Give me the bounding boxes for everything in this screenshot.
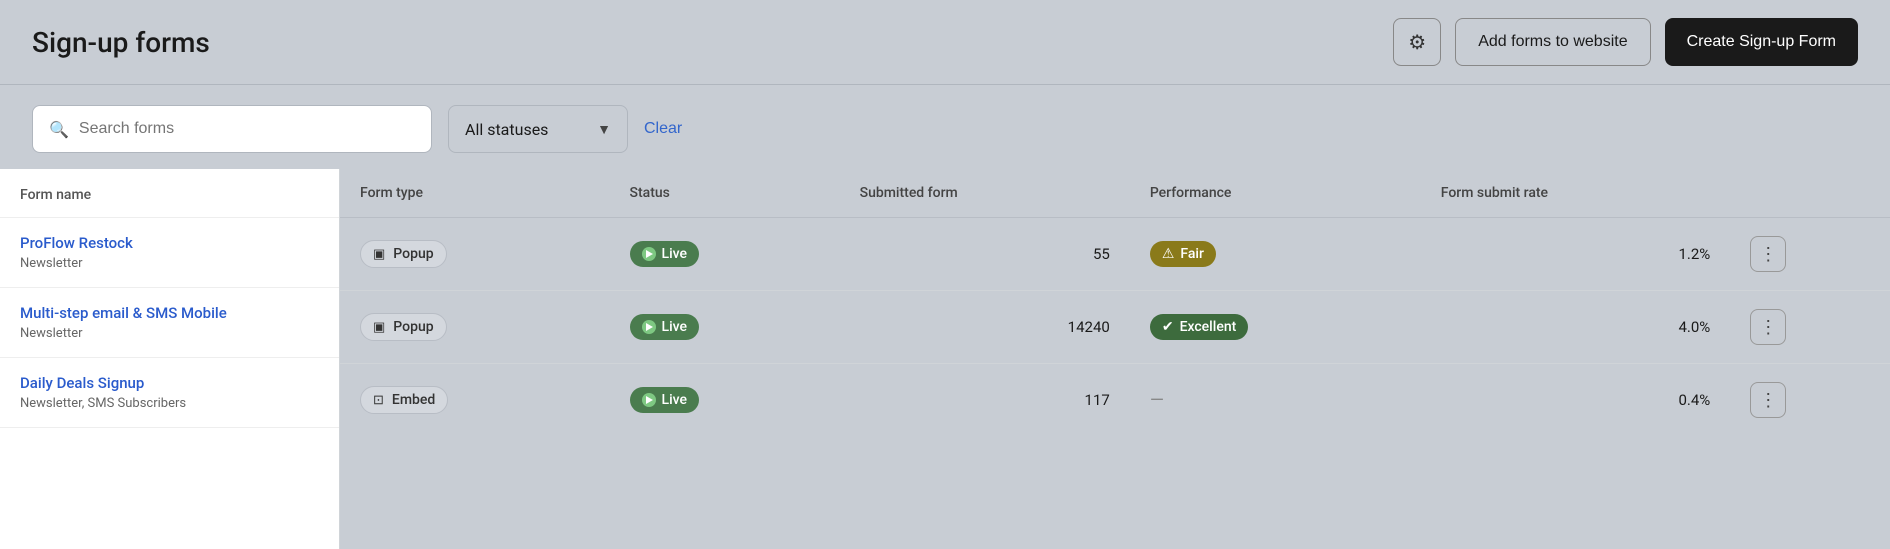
form-type-badge: ▣ Popup [360, 313, 447, 341]
more-options-button[interactable]: ⋮ [1750, 236, 1786, 272]
performance-badge: ⚠Fair [1150, 241, 1216, 267]
create-signup-form-button[interactable]: Create Sign-up Form [1665, 18, 1858, 66]
cell-submitted-form: 55 [840, 218, 1130, 291]
more-options-button[interactable]: ⋮ [1750, 309, 1786, 345]
list-item[interactable]: Multi-step email & SMS Mobile Newsletter [0, 288, 339, 358]
forms-table: Form type Status Submitted form Performa… [340, 169, 1890, 436]
search-box: 🔍 [32, 105, 432, 153]
type-icon: ▣ [373, 320, 385, 335]
col-form-type: Form type [340, 169, 610, 218]
form-name-column-header: Form name [0, 169, 339, 218]
col-status: Status [610, 169, 840, 218]
play-icon [646, 396, 653, 404]
cell-submitted-form: 117 [840, 364, 1130, 437]
live-dot-icon [642, 320, 656, 334]
page-header: Sign-up forms ⚙ Add forms to website Cre… [0, 0, 1890, 85]
left-panel: Form name ProFlow Restock Newsletter Mul… [0, 169, 340, 549]
cell-actions: ⋮ [1730, 218, 1890, 291]
gear-button[interactable]: ⚙ [1393, 18, 1441, 66]
form-item-name: Multi-step email & SMS Mobile [20, 304, 319, 322]
status-select-value: All statuses [465, 120, 548, 139]
header-actions: ⚙ Add forms to website Create Sign-up Fo… [1393, 18, 1858, 66]
search-input[interactable] [79, 120, 415, 138]
clear-button[interactable]: Clear [644, 120, 682, 138]
form-type-badge: ▣ Popup [360, 240, 447, 268]
cell-submitted-form: 14240 [840, 291, 1130, 364]
search-icon: 🔍 [49, 120, 69, 139]
play-icon [646, 250, 653, 258]
cell-submit-rate: 1.2% [1421, 218, 1731, 291]
cell-status: Live [610, 218, 840, 291]
performance-badge: ✔Excellent [1150, 314, 1248, 340]
status-badge: Live [630, 387, 699, 413]
list-item[interactable]: ProFlow Restock Newsletter [0, 218, 339, 288]
cell-performance: — [1130, 364, 1421, 437]
col-submitted-form: Submitted form [840, 169, 1130, 218]
cell-form-type: ▣ Popup [340, 218, 610, 291]
list-item[interactable]: Daily Deals Signup Newsletter, SMS Subsc… [0, 358, 339, 428]
play-icon [646, 323, 653, 331]
main-content: Form name ProFlow Restock Newsletter Mul… [0, 169, 1890, 549]
cell-status: Live [610, 291, 840, 364]
col-actions [1730, 169, 1890, 218]
form-item-name: ProFlow Restock [20, 234, 319, 252]
form-type-badge: ⊡ Embed [360, 386, 448, 414]
more-options-button[interactable]: ⋮ [1750, 382, 1786, 418]
form-item-name: Daily Deals Signup [20, 374, 319, 392]
type-icon: ▣ [373, 247, 385, 262]
cell-actions: ⋮ [1730, 291, 1890, 364]
check-icon: ✔ [1162, 319, 1174, 335]
add-forms-button[interactable]: Add forms to website [1455, 18, 1650, 66]
type-icon: ⊡ [373, 393, 384, 408]
gear-icon: ⚙ [1408, 30, 1426, 55]
chevron-down-icon: ▼ [597, 121, 611, 138]
col-submit-rate: Form submit rate [1421, 169, 1731, 218]
form-list: ProFlow Restock Newsletter Multi-step em… [0, 218, 339, 428]
page-title: Sign-up forms [32, 26, 210, 59]
performance-dash: — [1150, 390, 1164, 411]
cell-performance: ⚠Fair [1130, 218, 1421, 291]
cell-form-type: ▣ Popup [340, 291, 610, 364]
cell-form-type: ⊡ Embed [340, 364, 610, 437]
status-select[interactable]: All statuses ▼ [448, 105, 628, 153]
live-dot-icon [642, 247, 656, 261]
cell-actions: ⋮ [1730, 364, 1890, 437]
col-performance: Performance [1130, 169, 1421, 218]
live-dot-icon [642, 393, 656, 407]
cell-submit-rate: 0.4% [1421, 364, 1731, 437]
status-badge: Live [630, 241, 699, 267]
cell-status: Live [610, 364, 840, 437]
status-badge: Live [630, 314, 699, 340]
cell-performance: ✔Excellent [1130, 291, 1421, 364]
form-item-sub: Newsletter [20, 326, 319, 341]
form-item-sub: Newsletter, SMS Subscribers [20, 396, 319, 411]
cell-submit-rate: 4.0% [1421, 291, 1731, 364]
table-row: ⊡ Embed Live 117 — 0.4% ⋮ [340, 364, 1890, 437]
form-item-sub: Newsletter [20, 256, 319, 271]
table-row: ▣ Popup Live 14240 ✔Excellent 4.0% ⋮ [340, 291, 1890, 364]
table-row: ▣ Popup Live 55 ⚠Fair 1.2% ⋮ [340, 218, 1890, 291]
toolbar: 🔍 All statuses ▼ Clear [0, 85, 1890, 169]
warning-icon: ⚠ [1162, 246, 1175, 262]
table-header-row: Form type Status Submitted form Performa… [340, 169, 1890, 218]
table-body: ▣ Popup Live 55 ⚠Fair 1.2% ⋮ ▣ Popup Live … [340, 218, 1890, 437]
right-panel: Form type Status Submitted form Performa… [340, 169, 1890, 549]
